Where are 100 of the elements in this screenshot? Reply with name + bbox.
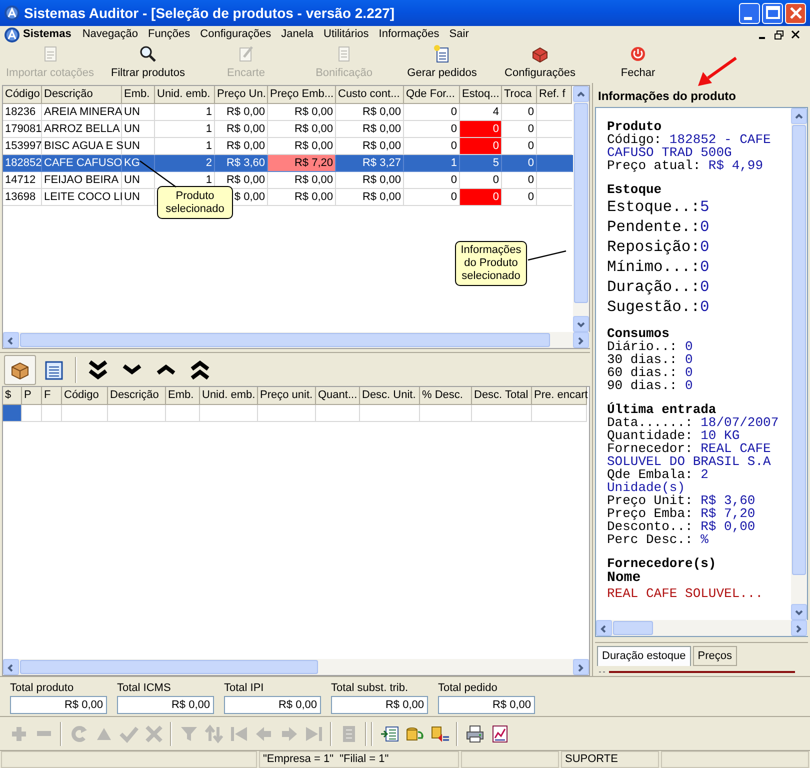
list-arrow-icon bbox=[380, 724, 400, 744]
menu-item[interactable]: Funções bbox=[142, 26, 196, 43]
status-text: SUPORTE bbox=[561, 751, 659, 768]
table-cell: 13698 bbox=[3, 189, 42, 206]
toolbar-button[interactable] bbox=[4, 354, 36, 384]
info-line: Preço Unit: R$ 3,60 bbox=[607, 494, 756, 507]
column-header[interactable]: Preço unit. bbox=[258, 387, 316, 405]
scroll-thumb[interactable] bbox=[20, 660, 318, 674]
table-cell bbox=[472, 405, 532, 422]
toolbar-button[interactable]: Fechar bbox=[589, 43, 687, 83]
field-label: Total pedido bbox=[438, 681, 498, 696]
menu-item[interactable]: Janela bbox=[276, 26, 319, 43]
column-header[interactable]: Ref. f bbox=[537, 86, 572, 104]
restore-icon bbox=[774, 30, 784, 40]
table-row[interactable]: 14712 FEIJAO BEIRA UN 1 R$ 0,00 R$ 0,00 R$ 0,00 0 0 0 bbox=[3, 172, 573, 189]
column-header[interactable]: Código bbox=[3, 86, 42, 104]
scroll-thumb[interactable] bbox=[792, 125, 806, 575]
scroll-left-button[interactable] bbox=[3, 332, 19, 348]
scroll-up-button[interactable] bbox=[791, 108, 807, 124]
table-row[interactable]: 179081 ARROZ BELLA UN 1 R$ 0,00 R$ 0,00 R$ 0,00 0 0 0 bbox=[3, 121, 573, 138]
scroll-down-button[interactable] bbox=[791, 604, 807, 620]
table-cell: R$ 7,20 bbox=[268, 155, 336, 172]
scrollbar[interactable] bbox=[791, 108, 807, 620]
menu-item[interactable]: Configurações bbox=[195, 26, 276, 43]
info-line: 30 dias.: 0 bbox=[607, 353, 694, 366]
pointer-arrow bbox=[696, 56, 738, 88]
table-cell bbox=[42, 405, 62, 422]
scrollbar[interactable] bbox=[596, 620, 807, 636]
total-field[interactable]: R$ 0,00 bbox=[331, 696, 428, 714]
column-header[interactable]: Custo cont... bbox=[336, 86, 404, 104]
menu-item[interactable]: Sair bbox=[444, 26, 474, 43]
scroll-right-button[interactable] bbox=[791, 620, 807, 636]
minus-icon bbox=[36, 731, 50, 736]
column-header[interactable]: $ bbox=[3, 387, 22, 405]
column-header[interactable]: F bbox=[42, 387, 62, 405]
scroll-left-button[interactable] bbox=[3, 659, 19, 675]
scrollbar[interactable] bbox=[3, 332, 589, 348]
column-header[interactable]: Estoq... bbox=[460, 86, 502, 104]
scrollbar[interactable] bbox=[573, 86, 589, 332]
total-field[interactable]: R$ 0,00 bbox=[10, 696, 107, 714]
table-cell: R$ 0,00 bbox=[336, 189, 404, 206]
column-header: Nome bbox=[607, 570, 642, 587]
column-header[interactable]: Qde For... bbox=[404, 86, 460, 104]
toolbar-button[interactable]: Configurações bbox=[491, 43, 589, 83]
maximize-button[interactable] bbox=[762, 2, 783, 24]
menu-item[interactable]: Informações bbox=[374, 26, 444, 43]
column-header[interactable]: P bbox=[22, 387, 42, 405]
column-header[interactable]: Emb. bbox=[166, 387, 200, 405]
info-line: Desconto..: R$ 0,00 bbox=[607, 520, 756, 533]
scroll-left-button[interactable] bbox=[596, 620, 612, 636]
total-field[interactable]: R$ 0,00 bbox=[224, 696, 321, 714]
column-header[interactable]: Unid. emb. bbox=[200, 387, 258, 405]
menu-item[interactable]: Sistemas bbox=[23, 26, 72, 43]
panel-title: Informações do produto bbox=[597, 88, 737, 105]
column-header[interactable]: Preço Emb... bbox=[268, 86, 336, 104]
toolbar-button[interactable]: Filtrar produtos bbox=[99, 43, 197, 83]
toolbar-button[interactable]: Gerar pedidos bbox=[393, 43, 491, 83]
tab[interactable]: Preços bbox=[692, 646, 738, 666]
column-header[interactable]: Desc. Total bbox=[472, 387, 532, 405]
chevron-right-icon bbox=[794, 624, 804, 632]
info-line: Qde Embala: 2 Unidade(s) bbox=[607, 468, 708, 494]
column-header[interactable]: Código bbox=[62, 387, 108, 405]
total-field[interactable]: R$ 0,00 bbox=[117, 696, 214, 714]
info-line: Preço Emba: R$ 7,20 bbox=[607, 507, 756, 520]
menu-item[interactable]: Utilitários bbox=[318, 26, 374, 43]
table-cell: 0 bbox=[460, 189, 502, 206]
scrollbar[interactable] bbox=[3, 659, 589, 675]
info-line: Duração..:0 bbox=[607, 278, 710, 296]
scroll-right-button[interactable] bbox=[573, 659, 589, 675]
scroll-down-button[interactable] bbox=[573, 316, 589, 332]
scroll-thumb[interactable] bbox=[574, 103, 588, 303]
table-row[interactable]: 182852 CAFE CAFUSO KG 2 R$ 3,60 R$ 7,20 R$ 3,27 1 5 0 bbox=[3, 155, 573, 172]
leader-line bbox=[138, 160, 178, 188]
info-line: Código: 182852 - CAFE CAFUSO TRAD 500G bbox=[607, 133, 772, 159]
scroll-thumb[interactable] bbox=[613, 621, 653, 635]
column-header[interactable]: % Desc. bbox=[420, 387, 472, 405]
column-header[interactable]: Pre. encart bbox=[532, 387, 587, 405]
table-cell bbox=[420, 405, 472, 422]
scroll-up-button[interactable] bbox=[573, 86, 589, 102]
minimize-icon bbox=[759, 36, 765, 38]
table-cell: LEITE COCO LI bbox=[42, 189, 122, 206]
table-row[interactable]: 153997 BISC AGUA E SUN 1 R$ 0,00 R$ 0,00 R$ 0,00 0 0 0 bbox=[3, 138, 573, 155]
column-header[interactable]: Preço Un. bbox=[215, 86, 268, 104]
total-field[interactable]: R$ 0,00 bbox=[438, 696, 535, 714]
tab[interactable]: Duração estoque bbox=[597, 646, 691, 666]
table-cell bbox=[62, 405, 108, 422]
scroll-thumb[interactable] bbox=[20, 333, 550, 347]
search-icon bbox=[138, 44, 158, 64]
window-title: Sistemas Auditor - [Seleção de produtos - versão 2.227] bbox=[24, 4, 395, 23]
double-chevron-up-icon bbox=[189, 358, 211, 380]
scroll-right-button[interactable] bbox=[573, 332, 589, 348]
column-header[interactable]: Troca bbox=[502, 86, 537, 104]
column-header[interactable]: Descrição bbox=[108, 387, 166, 405]
column-header[interactable]: Desc. Unit. bbox=[360, 387, 420, 405]
column-header[interactable]: Emb. bbox=[122, 86, 155, 104]
table-row[interactable]: 18236 AREIA MINERA UN 1 R$ 0,00 R$ 0,00 R$ 0,00 0 4 0 bbox=[3, 104, 573, 121]
column-header[interactable]: Unid. emb. bbox=[155, 86, 215, 104]
column-header[interactable]: Quant... bbox=[316, 387, 360, 405]
column-header[interactable]: Descrição bbox=[42, 86, 122, 104]
menu-item[interactable]: Navegação bbox=[77, 26, 143, 43]
